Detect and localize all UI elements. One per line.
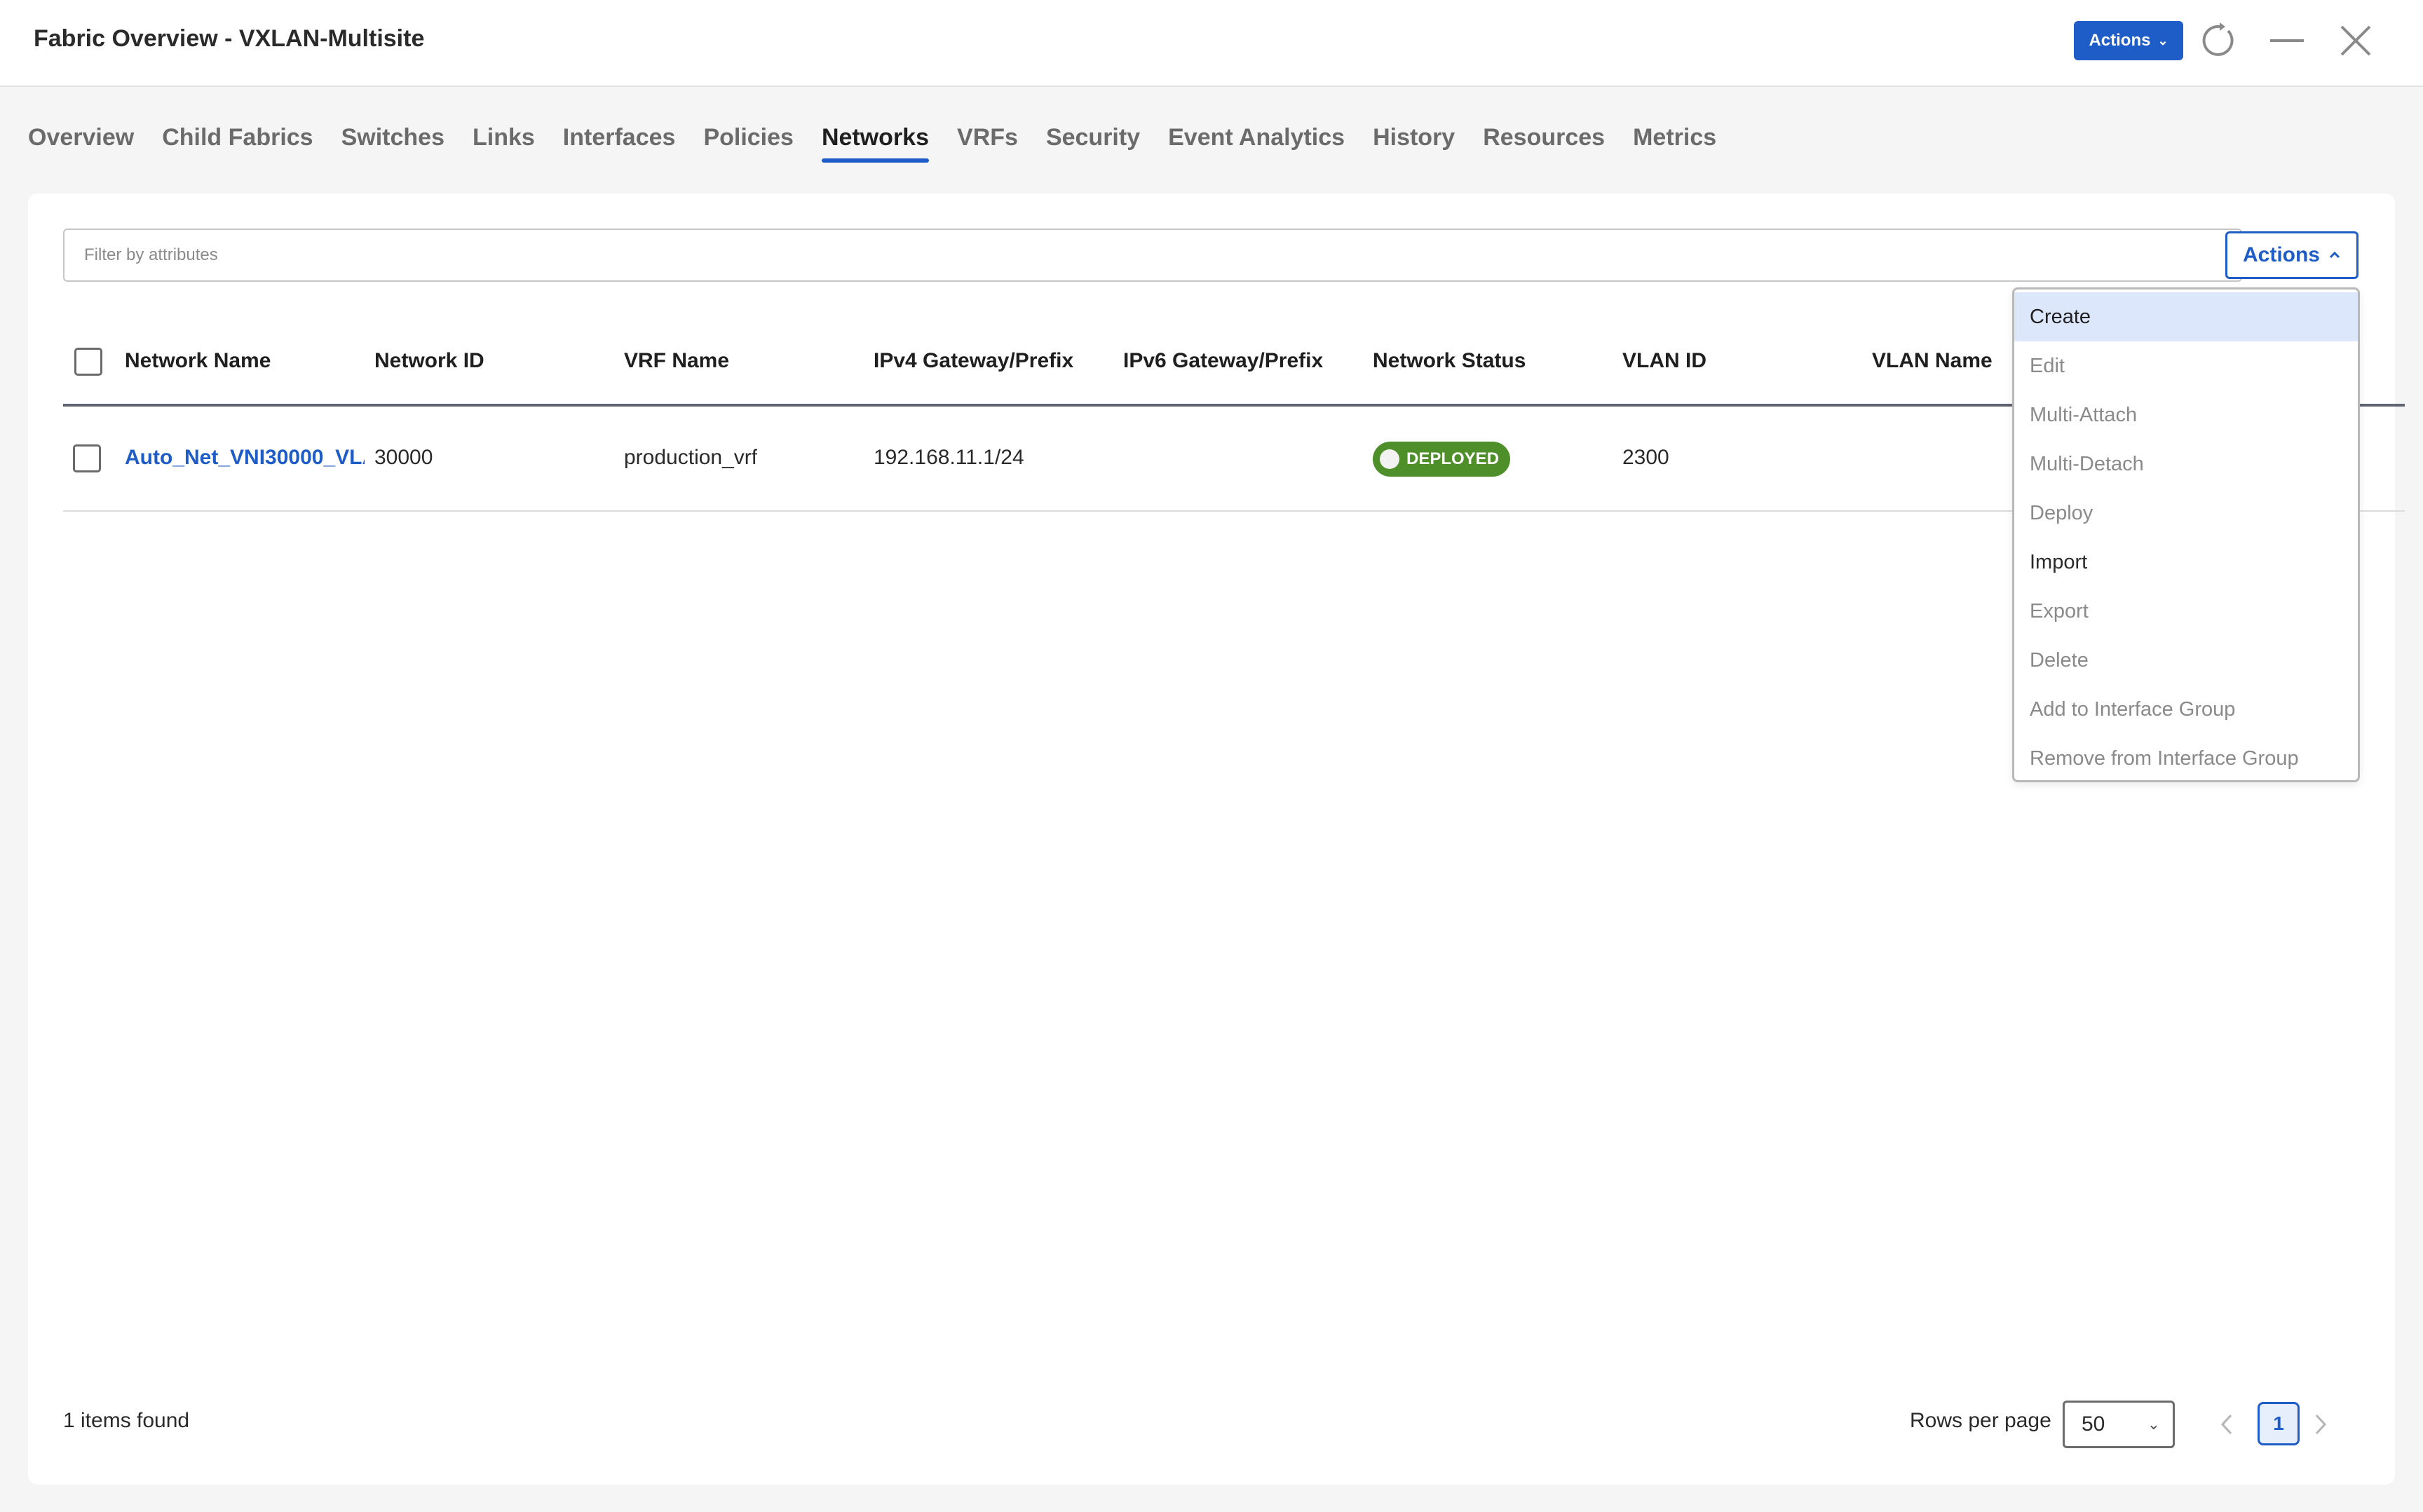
network-id-cell: 30000: [374, 446, 433, 469]
menu-item-add-to-interface-group[interactable]: Add to Interface Group: [2014, 685, 2358, 734]
minimize-icon[interactable]: [2266, 20, 2308, 62]
tab-overview[interactable]: Overview: [28, 121, 134, 165]
refresh-icon[interactable]: [2199, 20, 2241, 62]
tab-interfaces[interactable]: Interfaces: [563, 121, 676, 165]
tab-metrics[interactable]: Metrics: [1633, 121, 1716, 165]
vrf-name-cell: production_vrf: [624, 446, 758, 469]
row-checkbox[interactable]: [73, 444, 101, 472]
tab-event-analytics[interactable]: Event Analytics: [1168, 121, 1345, 165]
menu-item-create[interactable]: Create: [2014, 292, 2358, 341]
previous-page-icon[interactable]: [2213, 1402, 2241, 1447]
rows-per-page-value: 50: [2082, 1412, 2105, 1436]
tab-child-fabrics[interactable]: Child Fabrics: [162, 121, 313, 165]
status-badge-label: DEPLOYED: [1406, 449, 1500, 468]
close-icon[interactable]: [2335, 20, 2377, 62]
menu-item-export[interactable]: Export: [2014, 587, 2358, 636]
rows-per-page-label: Rows per page: [1910, 1409, 2051, 1432]
ipv4-gateway-cell: 192.168.11.1/24: [874, 446, 1024, 469]
vlan-id-cell: 2300: [1622, 446, 1669, 469]
filter-input[interactable]: [63, 229, 2242, 282]
network-name-link[interactable]: Auto_Net_VNI30000_VLAN2300: [125, 407, 365, 509]
page-number-button[interactable]: 1: [2258, 1402, 2300, 1445]
menu-item-delete[interactable]: Delete: [2014, 636, 2358, 685]
menu-item-multi-attach[interactable]: Multi-Attach: [2014, 390, 2358, 440]
menu-item-import[interactable]: Import: [2014, 538, 2358, 587]
tab-resources[interactable]: Resources: [1483, 121, 1605, 165]
next-page-icon[interactable]: [2307, 1402, 2335, 1447]
window-title: Fabric Overview - VXLAN-Multisite: [34, 25, 425, 52]
column-ipv4-gateway[interactable]: IPv4 Gateway/Prefix: [874, 318, 1073, 404]
menu-item-remove-from-interface-group[interactable]: Remove from Interface Group: [2014, 734, 2358, 783]
tab-security[interactable]: Security: [1046, 121, 1140, 165]
header-actions-label: Actions: [2089, 31, 2151, 50]
items-found-count: 1 items found: [63, 1409, 190, 1432]
column-vlan-name[interactable]: VLAN Name: [1872, 318, 1993, 404]
chevron-up-icon: [2329, 251, 2340, 259]
menu-item-multi-detach[interactable]: Multi-Detach: [2014, 440, 2358, 489]
select-all-checkbox[interactable]: [74, 348, 102, 376]
chevron-down-icon: ⌄: [2147, 1415, 2160, 1433]
status-badge: DEPLOYED: [1373, 442, 1511, 477]
column-ipv6-gateway[interactable]: IPv6 Gateway/Prefix: [1123, 318, 1323, 404]
actions-button-label: Actions: [2242, 243, 2320, 266]
column-vrf-name[interactable]: VRF Name: [624, 318, 729, 404]
status-dot-icon: [1380, 449, 1399, 469]
tab-vrfs[interactable]: VRFs: [957, 121, 1018, 165]
tab-links[interactable]: Links: [473, 121, 535, 165]
tab-policies[interactable]: Policies: [703, 121, 794, 165]
tab-bar: Overview Child Fabrics Switches Links In…: [28, 121, 1716, 165]
menu-item-edit[interactable]: Edit: [2014, 341, 2358, 390]
tab-networks[interactable]: Networks: [821, 121, 930, 165]
rows-per-page-select[interactable]: 50 ⌄: [2063, 1401, 2175, 1448]
column-network-name[interactable]: Network Name: [125, 318, 271, 404]
menu-item-deploy[interactable]: Deploy: [2014, 489, 2358, 538]
actions-button[interactable]: Actions: [2225, 231, 2358, 279]
chevron-down-icon: ⌄: [2157, 33, 2169, 48]
column-vlan-id[interactable]: VLAN ID: [1622, 318, 1706, 404]
window-header: Fabric Overview - VXLAN-Multisite Action…: [0, 0, 2423, 87]
column-network-id[interactable]: Network ID: [374, 318, 484, 404]
column-network-status[interactable]: Network Status: [1373, 318, 1526, 404]
header-actions-button[interactable]: Actions ⌄: [2074, 21, 2183, 60]
tab-history[interactable]: History: [1373, 121, 1455, 165]
actions-dropdown-menu: Create Edit Multi-Attach Multi-Detach De…: [2012, 287, 2360, 782]
tab-switches[interactable]: Switches: [341, 121, 444, 165]
